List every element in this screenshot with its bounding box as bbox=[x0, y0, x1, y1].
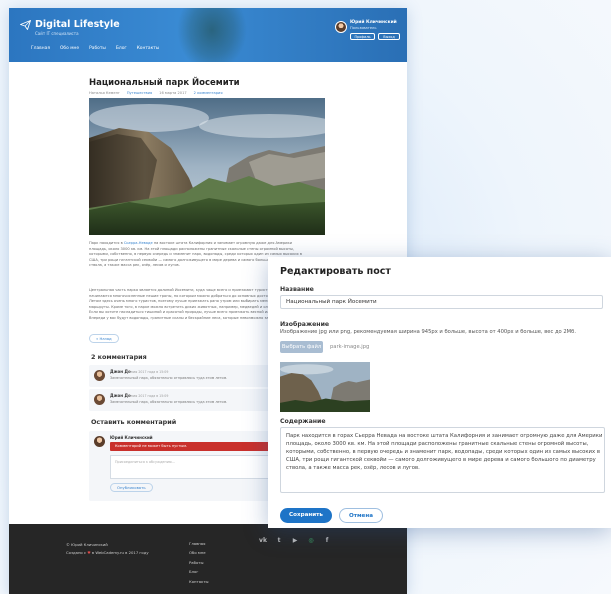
main-nav: Главная Обо мне Работы Блог Контакты bbox=[31, 46, 159, 51]
avatar bbox=[94, 436, 105, 447]
content-textarea[interactable]: Парк находится в горах Сьерра Невада на … bbox=[280, 427, 605, 493]
footer-made-prefix: Создано с bbox=[66, 550, 87, 555]
file-name: park-image.jpg bbox=[330, 344, 370, 350]
cancel-button[interactable]: Отмена bbox=[339, 508, 383, 523]
footer-made-suffix: в WebCademy.ru в 2017 году bbox=[91, 550, 149, 555]
site-subtitle: Сайт IT специалиста bbox=[35, 31, 79, 36]
instagram-icon[interactable]: ◎ bbox=[307, 537, 315, 545]
reply-input[interactable]: Присоединиться к обсуждению... bbox=[110, 455, 275, 479]
post-image bbox=[89, 98, 325, 235]
facebook-icon[interactable]: f bbox=[323, 537, 331, 545]
reply-error-message: Комментарий не может быть пустым. bbox=[110, 442, 275, 451]
nav-item-contacts[interactable]: Контакты bbox=[137, 46, 160, 51]
footer-link-works[interactable]: Работы bbox=[189, 560, 209, 569]
user-avatar[interactable] bbox=[335, 21, 347, 33]
content-label: Содержание bbox=[280, 418, 326, 425]
site-title[interactable]: Digital Lifestyle bbox=[35, 19, 120, 30]
footer-link-blog[interactable]: Блог bbox=[189, 569, 209, 578]
header-tree-decoration bbox=[177, 8, 247, 62]
publish-button[interactable]: Опубликовать bbox=[110, 483, 153, 492]
comment-date: 16 мая 2017 года в 15:09 bbox=[126, 369, 169, 374]
post-title: Национальный парк Йосемити bbox=[89, 78, 240, 88]
post-inline-link[interactable]: Сьерра-Неваде bbox=[124, 241, 153, 245]
content-line: которыми, собственно, в первую очередь и… bbox=[286, 449, 600, 455]
name-label: Название bbox=[280, 286, 314, 293]
footer-made-with: Создано с ♥ в WebCademy.ru в 2017 году bbox=[66, 550, 149, 555]
modal-title: Редактировать пост bbox=[280, 266, 391, 277]
image-thumbnail bbox=[280, 362, 370, 412]
avatar bbox=[94, 394, 105, 405]
post-date: 16 марта 2017 bbox=[159, 91, 187, 95]
comment-text: Замечательный парк, обязательно отправлю… bbox=[110, 400, 228, 404]
leave-comment-title: Оставить комментарий bbox=[91, 418, 177, 426]
edit-post-modal: Редактировать пост Название Национальный… bbox=[268, 257, 611, 528]
twitter-icon[interactable]: t bbox=[275, 537, 283, 545]
logout-button[interactable]: Выход bbox=[378, 33, 400, 40]
vk-icon[interactable]: vk bbox=[259, 537, 267, 545]
content-line: площадь, около 3000 кв. км. На этой площ… bbox=[286, 441, 589, 447]
heart-icon: ♥ bbox=[87, 550, 91, 555]
post-comments-link[interactable]: 2 комментария bbox=[194, 91, 223, 95]
comment-date: 16 мая 2017 года в 15:09 bbox=[126, 393, 169, 398]
user-role: Пользователь bbox=[350, 26, 377, 30]
nav-item-about[interactable]: Обо мне bbox=[60, 46, 79, 51]
footer-social: vk t ▶ ◎ f bbox=[259, 537, 331, 545]
content-line: Парк находится в горах Сьерра Невада на … bbox=[286, 433, 603, 439]
profile-button[interactable]: Профиль bbox=[350, 33, 375, 40]
comment-item: Джон До 16 мая 2017 года в 15:09 Замечат… bbox=[89, 389, 279, 411]
footer-link-about[interactable]: Обо мне bbox=[189, 550, 209, 559]
reply-form: Юрий Кличинский Комментарий не может быт… bbox=[89, 431, 279, 501]
content-line: ствола, а также масса рек, озёр, лесов и… bbox=[286, 465, 420, 471]
youtube-icon[interactable]: ▶ bbox=[291, 537, 299, 545]
footer-copyright: © Юрий Кличинский bbox=[66, 542, 108, 547]
comment-item: Джон До 16 мая 2017 года в 15:09 Замечат… bbox=[89, 365, 279, 387]
reply-author: Юрий Кличинский bbox=[110, 435, 153, 440]
choose-file-button[interactable]: Выбрать файл bbox=[280, 341, 323, 353]
user-name: Юрий Кличинский bbox=[350, 20, 397, 25]
back-button[interactable]: « Назад bbox=[89, 334, 119, 343]
site-footer: © Юрий Кличинский Создано с ♥ в WebCadem… bbox=[9, 524, 407, 594]
nav-item-works[interactable]: Работы bbox=[89, 46, 106, 51]
comment-text: Замечательный парк, обязательно отправлю… bbox=[110, 376, 228, 380]
paper-plane-icon bbox=[20, 20, 31, 30]
footer-link-home[interactable]: Главная bbox=[189, 541, 209, 550]
footer-link-contacts[interactable]: Контакты bbox=[189, 579, 209, 588]
post-meta: Наталья Кеменг Путешествия 16 марта 2017… bbox=[89, 91, 223, 95]
post-author: Наталья Кеменг bbox=[89, 91, 120, 95]
site-header: Digital Lifestyle Сайт IT специалиста Гл… bbox=[9, 8, 407, 62]
save-button[interactable]: Сохранить bbox=[280, 508, 332, 523]
post-category[interactable]: Путешествия bbox=[127, 91, 152, 95]
image-hint: Изображение jpg или png, рекомендуемая ш… bbox=[280, 329, 576, 335]
nav-item-home[interactable]: Главная bbox=[31, 46, 50, 51]
image-label: Изображение bbox=[280, 321, 330, 328]
avatar bbox=[94, 370, 105, 381]
comments-title: 2 комментария bbox=[91, 353, 147, 361]
content-line: США, три рощи гигантской секвойи — самог… bbox=[286, 457, 596, 463]
post-name-input[interactable]: Национальный парк Йосемити bbox=[280, 295, 603, 309]
nav-item-blog[interactable]: Блог bbox=[116, 46, 127, 51]
footer-links: Главная Обо мне Работы Блог Контакты bbox=[189, 541, 209, 588]
